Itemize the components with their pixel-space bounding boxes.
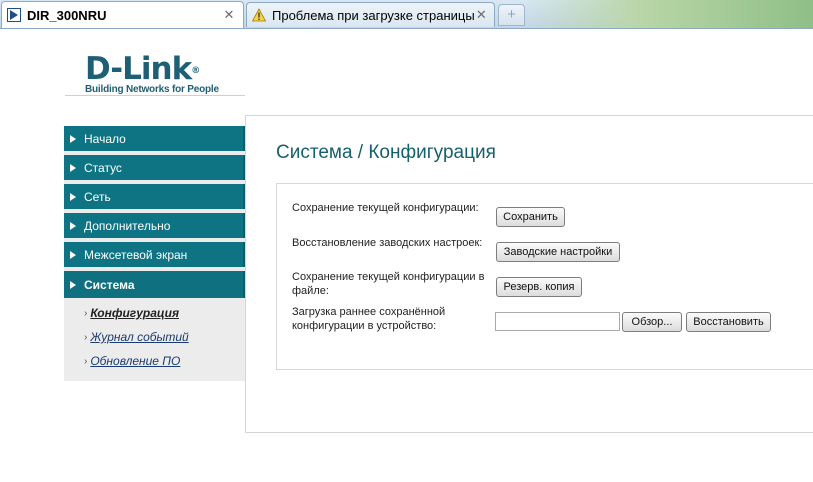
save-button[interactable]: Сохранить (496, 207, 565, 227)
sidebar-item-system[interactable]: Система (64, 271, 245, 298)
sidebar-item-firewall[interactable]: Межсетевой экран (64, 242, 245, 267)
sidebar-item-label: Сеть (84, 189, 111, 204)
new-tab-button[interactable]: + (498, 4, 525, 26)
restore-button[interactable]: Восстановить (686, 312, 771, 332)
sidebar-item-label: Дополнительно (84, 218, 171, 233)
arrow-right-icon (70, 163, 76, 172)
browser-tab-bar: DIR_300NRU ✕ Проблема при загрузке стран… (0, 0, 813, 29)
dlink-logo: D-Link® Building Networks for People (85, 53, 219, 95)
tab-title: Проблема при загрузке страницы (272, 7, 475, 23)
restore-label-line1: Загрузка раннее сохранённой (292, 306, 446, 318)
factory-reset-label: Восстановление заводских настроек: (292, 237, 483, 249)
backup-label-line1: Сохранение текущей конфигурации в (292, 271, 485, 283)
browse-button[interactable]: Обзор... (622, 312, 682, 332)
bullet-icon: › (84, 355, 88, 367)
logo-brand: D-Link (85, 51, 192, 87)
subitem-label: Журнал событий (90, 330, 189, 344)
tab-load-problem[interactable]: Проблема при загрузке страницы ✕ (246, 2, 495, 27)
sidebar-item-label: Межсетевой экран (84, 247, 188, 262)
restore-label-line2: конфигурации в устройство: (292, 320, 437, 332)
arrow-right-icon (70, 192, 76, 201)
tab-close-icon[interactable]: ✕ (221, 7, 237, 23)
sidebar-item-status[interactable]: Статус (64, 155, 245, 180)
tab-dir300nru[interactable]: DIR_300NRU ✕ (1, 1, 244, 28)
logo-trademark: ® (191, 66, 200, 76)
tab-close-icon[interactable]: ✕ (475, 7, 488, 23)
sidebar-subitem-event-log[interactable]: › Журнал событий (84, 330, 189, 344)
sidebar-item-home[interactable]: Начало (64, 126, 245, 151)
logo-tagline: Building Networks for People (85, 84, 219, 95)
backup-button[interactable]: Резерв. копия (496, 277, 582, 297)
sidebar-item-label: Статус (84, 160, 122, 175)
backup-label-line2: файле: (292, 285, 329, 297)
sidebar-item-label: Система (84, 277, 135, 292)
arrow-right-icon (70, 250, 76, 259)
arrow-right-icon (70, 280, 76, 289)
header-divider (65, 95, 245, 96)
arrow-right-icon (70, 221, 76, 230)
bullet-icon: › (84, 331, 88, 343)
sidebar-item-label: Начало (84, 131, 126, 146)
subitem-label: Обновление ПО (90, 354, 181, 368)
sidebar-item-advanced[interactable]: Дополнительно (64, 213, 245, 238)
arrow-right-icon (70, 134, 76, 143)
sidebar: Начало Статус Сеть Дополнительно Межсете… (64, 126, 245, 381)
sidebar-subitem-firmware-update[interactable]: › Обновление ПО (84, 354, 180, 368)
tab-bar-background (523, 0, 813, 28)
backup-label: Сохранение текущей конфигурации в файле: (292, 270, 484, 298)
warning-icon (252, 8, 266, 22)
sidebar-subitem-configuration[interactable]: › Конфигурация (84, 306, 179, 320)
bullet-icon: › (84, 307, 88, 319)
save-config-label: Сохранение текущей конфигурации: (292, 202, 479, 214)
sidebar-item-network[interactable]: Сеть (64, 184, 245, 209)
page-title: Система / Конфигурация (276, 142, 496, 163)
factory-reset-button[interactable]: Заводские настройки (496, 242, 620, 262)
restore-label: Загрузка раннее сохранённой конфигурации… (292, 305, 445, 333)
subitem-label: Конфигурация (90, 306, 180, 320)
dlink-favicon-icon (7, 8, 21, 22)
tab-title: DIR_300NRU (27, 7, 107, 23)
config-file-input[interactable] (495, 312, 620, 331)
